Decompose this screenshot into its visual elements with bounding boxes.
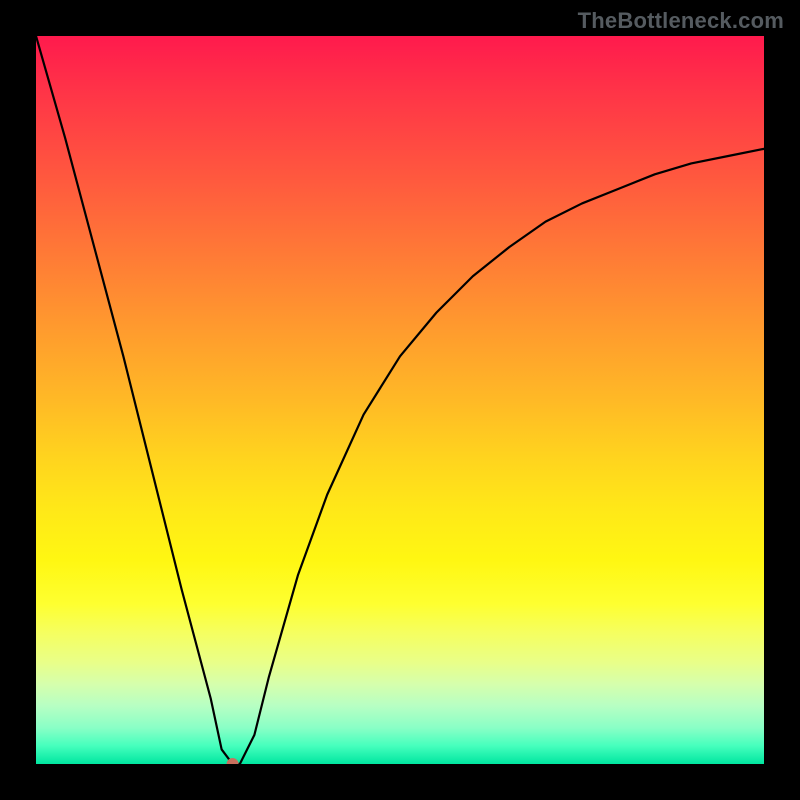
watermark-text: TheBottleneck.com	[578, 8, 784, 34]
bottleneck-curve	[36, 36, 764, 764]
chart-frame: TheBottleneck.com	[0, 0, 800, 800]
curve-layer	[36, 36, 764, 764]
plot-area	[36, 36, 764, 764]
